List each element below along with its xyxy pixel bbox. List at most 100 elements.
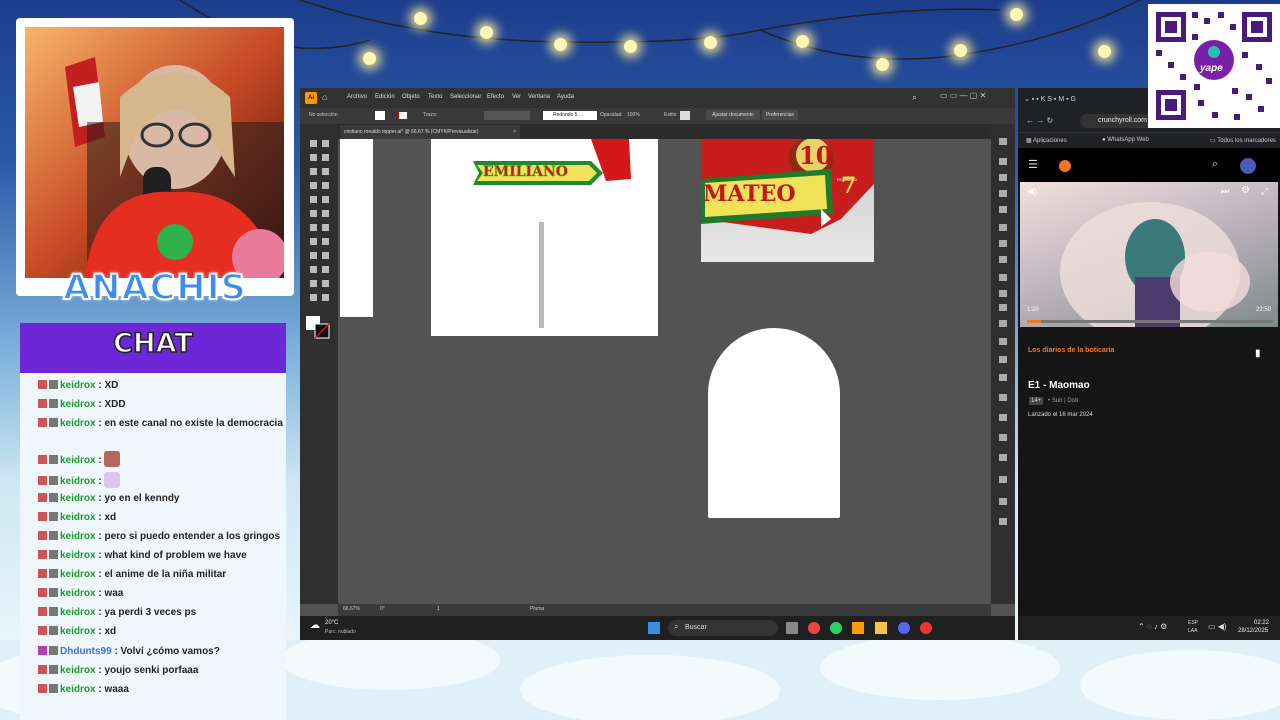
weather-desc[interactable]: Parc. nublado	[325, 629, 356, 635]
video-total-time: 22:50	[1256, 307, 1272, 313]
badge-icon	[49, 455, 58, 464]
badge-icon	[49, 380, 58, 389]
menu-icon[interactable]: ☰	[1028, 158, 1038, 171]
menu-texto[interactable]: Texto	[428, 94, 442, 100]
document-tab[interactable]: cristiano ronaldo topper.ai* @ 66.67 % (…	[340, 125, 520, 139]
brush-select[interactable]: Redondo 5 ...	[543, 111, 597, 120]
preferences-button[interactable]: Preferencias	[762, 110, 798, 120]
search-icon[interactable]: ⌕	[912, 92, 917, 103]
crunchyroll-logo-icon[interactable]	[1059, 160, 1071, 172]
light-bulb	[1098, 45, 1111, 58]
skip-icon[interactable]: ⏭	[1221, 186, 1229, 197]
menu-seleccionar[interactable]: Seleccionar	[450, 94, 481, 100]
menu-ver[interactable]: Ver	[512, 94, 521, 100]
artboard-main[interactable]: EMILIANO	[431, 139, 658, 336]
folder-icon[interactable]	[875, 622, 887, 634]
bookmark-apps[interactable]: ▦ Aplicaciones	[1026, 137, 1067, 144]
arch-shape[interactable]	[708, 328, 840, 518]
volume-icon[interactable]: ◀)	[1027, 186, 1037, 197]
badge-icon	[49, 493, 58, 502]
light-bulb	[1010, 8, 1023, 21]
whatsapp-icon[interactable]	[830, 622, 842, 634]
home-icon[interactable]: ⌂	[322, 92, 327, 102]
chat-message: keidrox : waaa	[38, 682, 283, 698]
badge-icon	[49, 531, 58, 540]
webcam-feed	[25, 27, 284, 278]
language-indicator[interactable]: ESP	[1188, 620, 1198, 626]
menu-archivo[interactable]: Archivo	[347, 94, 367, 100]
badge-icon	[38, 476, 47, 485]
badge-icon	[38, 418, 47, 427]
chat-message: keidrox : waa	[38, 586, 283, 602]
chat-message: keidrox : ya perdi 3 veces ps	[38, 605, 283, 621]
release-date: Lanzado el 16 mar 2024	[1028, 412, 1093, 418]
discord-icon[interactable]	[898, 622, 910, 634]
badge-icon	[49, 550, 58, 559]
reference-image[interactable]: MATEO 10 RONALDO 7	[701, 139, 874, 262]
audio-info: • Sub | Dob	[1048, 398, 1079, 404]
video-progress-track[interactable]	[1027, 320, 1273, 323]
light-bulb	[624, 40, 637, 53]
fullscreen-icon[interactable]: ⤢	[1261, 186, 1268, 197]
bookmark-whatsapp[interactable]: ● WhatsApp Web	[1102, 137, 1149, 143]
clock-date[interactable]: 28/12/2025	[1238, 628, 1268, 634]
series-title[interactable]: Los diarios de la boticaria	[1028, 347, 1114, 354]
style-swatch[interactable]	[680, 111, 690, 120]
video-progress-fill	[1027, 320, 1042, 323]
badge-icon	[49, 569, 58, 578]
bookmark-icon[interactable]: ▮	[1255, 348, 1261, 359]
yape-logo: yape	[1200, 63, 1223, 74]
streamer-name: ANACHIS	[62, 267, 247, 309]
badge-icon	[49, 418, 58, 427]
chrome-icon[interactable]	[808, 622, 820, 634]
current-tool: Pluma	[530, 606, 545, 612]
variable-width-field[interactable]	[484, 111, 530, 120]
clock-time[interactable]: 02:22	[1254, 620, 1269, 626]
chat-message: keidrox : XDD	[38, 397, 283, 413]
badge-icon	[38, 646, 47, 655]
menu-edicion[interactable]: Edición	[375, 94, 395, 100]
panel-dock-right	[991, 124, 1015, 604]
badge-icon	[38, 493, 47, 502]
badge-icon	[49, 476, 58, 485]
badge-icon	[38, 665, 47, 674]
light-bulb	[876, 58, 889, 71]
taskbar-search[interactable]: ⌕ Buscar	[668, 620, 778, 636]
tray-icons[interactable]: ⌃ ◌ ♪ ⚙	[1138, 622, 1167, 631]
weather-icon[interactable]: ☁	[310, 620, 320, 631]
illustrator-taskbar-icon[interactable]	[852, 622, 864, 634]
weather-temp[interactable]: 20°C	[325, 620, 338, 626]
illustrator-logo-icon[interactable]: Ai	[305, 92, 317, 104]
bookmark-all[interactable]: ▭ Todos los marcadores	[1210, 137, 1276, 144]
video-player[interactable]	[1020, 182, 1278, 327]
zoom-level[interactable]: 66.67%	[343, 606, 360, 612]
stroke-swatch[interactable]	[398, 111, 408, 120]
search-icon[interactable]: ⌕	[1212, 158, 1218, 171]
region-indicator[interactable]: LAA	[1188, 628, 1197, 634]
artboard-number[interactable]: 1	[437, 606, 440, 612]
artboard-partial[interactable]	[340, 139, 373, 317]
fill-swatch[interactable]	[375, 111, 385, 120]
number-10-label: 10	[799, 141, 833, 170]
app-icon[interactable]	[920, 622, 932, 634]
menu-objeto[interactable]: Objeto	[402, 94, 420, 100]
task-view-icon[interactable]	[786, 622, 798, 634]
chat-message: keidrox : el anime de la niña militar	[38, 567, 283, 583]
network-volume-icons[interactable]: ▭ ◀)	[1208, 622, 1227, 631]
menu-ayuda[interactable]: Ayuda	[557, 94, 574, 100]
settings-icon[interactable]: ⚙	[1241, 185, 1250, 196]
badge-icon	[38, 626, 47, 635]
light-bulb	[414, 12, 427, 25]
document-setup-button[interactable]: Ajustar documento	[706, 110, 760, 120]
rotation-angle[interactable]: 0°	[380, 606, 385, 612]
tab-strip-icons[interactable]: ⌄ ▪ ▪ K S ▪ M ▪ G	[1024, 95, 1076, 103]
menu-efecto[interactable]: Efecto	[487, 94, 504, 100]
chat-message: keidrox : what kind of problem we have	[38, 548, 283, 564]
window-controls[interactable]: ▭ ▭ — ▢ ✕	[940, 91, 986, 100]
windows-start-icon[interactable]	[648, 622, 660, 634]
avatar[interactable]	[1240, 158, 1256, 174]
qr-code: yape	[1148, 4, 1280, 128]
menu-ventana[interactable]: Ventana	[528, 94, 550, 100]
nav-buttons[interactable]: ← → ↻	[1026, 116, 1053, 125]
opacity-value[interactable]: 100%	[627, 112, 640, 118]
